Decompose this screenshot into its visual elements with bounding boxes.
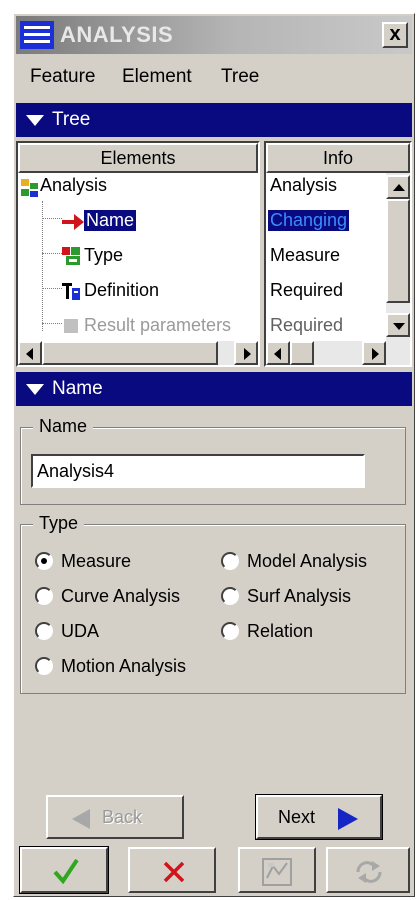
analysis-feature-icon [21, 179, 38, 197]
cancel-x-icon [163, 861, 185, 883]
scroll-thumb[interactable] [42, 341, 218, 365]
menu-tree[interactable]: Tree [221, 66, 259, 88]
arrow-up-icon [393, 184, 405, 191]
arrow-left-icon [274, 348, 281, 360]
info-cell-selected: Changing [268, 210, 350, 231]
scroll-left-button[interactable] [18, 341, 42, 365]
radio-label: Measure [61, 551, 132, 571]
menu-element[interactable]: Element [122, 66, 192, 88]
close-button[interactable]: x [382, 22, 408, 48]
radio-indicator [221, 622, 239, 640]
back-label: Back [102, 807, 143, 827]
scroll-down-button[interactable] [386, 313, 410, 337]
scroll-up-button[interactable] [386, 175, 410, 199]
result-parameters-icon [64, 319, 78, 333]
info-cell: Measure [270, 245, 341, 265]
info-cell: Analysis [270, 175, 338, 195]
radio-label: UDA [61, 621, 100, 641]
back-arrow-icon [72, 809, 90, 829]
tree-connector [42, 218, 62, 219]
type-icon [62, 247, 80, 265]
next-label: Next [278, 807, 316, 827]
arrow-down-icon [393, 323, 405, 330]
radio-indicator [35, 622, 53, 640]
name-section-label: Name [52, 378, 103, 399]
name-section-header[interactable]: Name [16, 372, 412, 406]
info-cell: Required [270, 280, 344, 300]
window-title: ANALYSIS [60, 22, 174, 47]
arrow-left-icon [26, 348, 33, 360]
tree-row-label: Type [84, 245, 124, 265]
name-group-label: Name [33, 416, 94, 437]
elements-panel[interactable]: Elements Analysis Name Type Definition R… [16, 141, 260, 367]
elements-horizontal-scrollbar[interactable] [18, 341, 258, 365]
checkmark-icon [53, 858, 79, 884]
back-button[interactable]: Back [46, 795, 184, 839]
radio-indicator [221, 587, 239, 605]
menu-bar: Feature Element Tree [16, 58, 412, 98]
scroll-right-button[interactable] [362, 341, 386, 365]
collapse-triangle-icon [26, 384, 44, 395]
tree-row-label: Result parameters [84, 315, 232, 335]
radio-label: Surf Analysis [247, 586, 352, 606]
elements-column-header[interactable]: Elements [18, 143, 258, 173]
definition-icon [62, 283, 80, 300]
refresh-arrows-icon [356, 861, 382, 883]
analysis-dialog: ANALYSIS x Feature Element Tree Tree Ele… [13, 13, 415, 897]
app-menu-icon[interactable] [20, 21, 54, 49]
arrow-right-icon [244, 348, 251, 360]
info-column-header[interactable]: Info [266, 143, 410, 173]
menu-feature[interactable]: Feature [30, 66, 95, 88]
current-arrow-icon [62, 214, 84, 230]
scroll-thumb[interactable] [386, 199, 410, 303]
tree-section-header[interactable]: Tree [16, 103, 412, 137]
tree-connector [42, 201, 43, 331]
info-horizontal-scrollbar[interactable] [266, 341, 410, 365]
radio-label: Model Analysis [247, 551, 368, 571]
repaint-button[interactable] [326, 847, 410, 893]
preview-button[interactable] [238, 847, 316, 893]
radio-indicator [35, 587, 53, 605]
next-button[interactable]: Next [255, 794, 383, 840]
tree-section-label: Tree [52, 109, 91, 130]
tree-connector [42, 323, 62, 324]
radio-label: Relation [247, 621, 314, 641]
tree-connector [42, 288, 62, 289]
radio-indicator [35, 552, 53, 570]
name-input[interactable]: Analysis4 [31, 454, 365, 488]
type-group-label: Type [33, 513, 85, 534]
info-cell: Required [270, 315, 344, 335]
type-group: Type Measure Model Analysis Curve Analys… [20, 513, 406, 694]
info-panel[interactable]: Info Analysis Changing Measure Required … [264, 141, 412, 367]
scroll-left-button[interactable] [266, 341, 290, 365]
arrow-right-icon [372, 348, 379, 360]
collapse-triangle-icon [26, 115, 44, 126]
tree-connector [42, 253, 62, 254]
scroll-right-button[interactable] [234, 341, 258, 365]
tree-row-label: Name [84, 210, 137, 231]
radio-label: Motion Analysis [61, 656, 187, 676]
radio-label: Curve Analysis [61, 586, 181, 606]
title-bar[interactable]: ANALYSIS x [16, 16, 412, 54]
ok-button[interactable] [19, 846, 109, 894]
cancel-button[interactable] [128, 847, 216, 893]
scroll-thumb[interactable] [290, 341, 314, 365]
preview-icon [262, 858, 292, 886]
name-group: Name Analysis4 [20, 416, 406, 505]
next-arrow-icon [338, 808, 358, 830]
radio-indicator [35, 657, 53, 675]
radio-indicator [221, 552, 239, 570]
tree-row-label: Analysis [40, 175, 108, 195]
tree-row-label: Definition [84, 280, 160, 300]
info-vertical-scrollbar[interactable] [386, 173, 410, 341]
